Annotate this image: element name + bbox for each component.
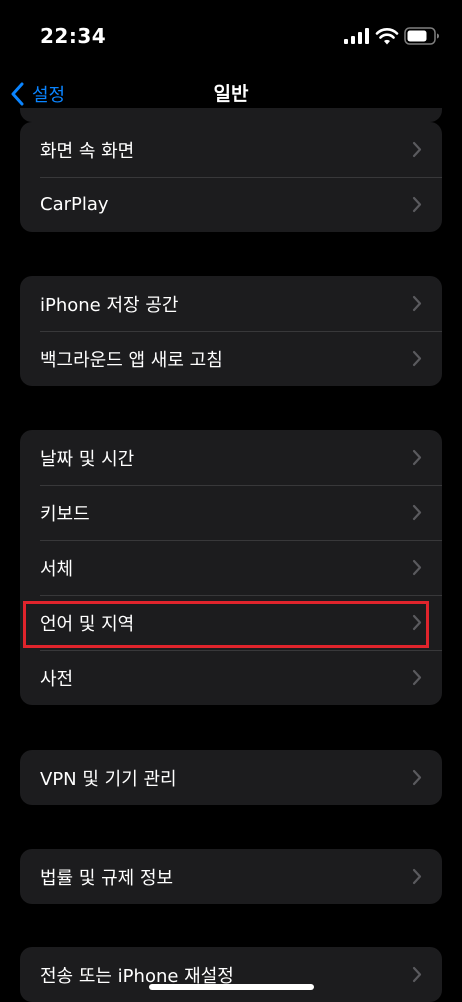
cellular-signal-icon (344, 28, 369, 44)
chevron-right-icon (412, 295, 422, 312)
status-bar: 22:34 (0, 0, 462, 70)
chevron-right-icon (412, 449, 422, 466)
settings-row-vpn-device-management[interactable]: VPN 및 기기 관리 (20, 750, 442, 805)
chevron-right-icon (412, 141, 422, 158)
settings-row-fonts[interactable]: 서체 (20, 540, 442, 595)
previous-group-edge (20, 108, 442, 122)
settings-group-2: iPhone 저장 공간 백그라운드 앱 새로 고침 (20, 276, 442, 386)
row-label: iPhone 저장 공간 (40, 294, 179, 316)
status-time: 22:34 (40, 24, 107, 48)
row-label: 사전 (40, 668, 74, 690)
chevron-right-icon (412, 669, 422, 686)
chevron-right-icon (412, 504, 422, 521)
row-label: 서체 (40, 558, 74, 580)
settings-group-6: 전송 또는 iPhone 재설정 (20, 947, 442, 1002)
chevron-right-icon (412, 196, 422, 213)
settings-row-date-time[interactable]: 날짜 및 시간 (20, 430, 442, 485)
settings-row-keyboard[interactable]: 키보드 (20, 485, 442, 540)
settings-row-carplay[interactable]: CarPlay (20, 177, 442, 232)
home-indicator[interactable] (149, 984, 314, 990)
row-label: 법률 및 규제 정보 (40, 867, 174, 889)
chevron-right-icon (412, 966, 422, 983)
settings-group-3: 날짜 및 시간 키보드 서체 언어 및 지역 사전 (20, 430, 442, 705)
settings-row-picture-in-picture[interactable]: 화면 속 화면 (20, 122, 442, 177)
settings-group-1: 화면 속 화면 CarPlay (20, 122, 442, 232)
settings-row-legal-regulatory[interactable]: 법률 및 규제 정보 (20, 849, 442, 904)
settings-row-dictionary[interactable]: 사전 (20, 650, 442, 705)
row-label: 날짜 및 시간 (40, 448, 135, 470)
settings-row-language-region[interactable]: 언어 및 지역 (20, 595, 442, 650)
wifi-icon (375, 28, 399, 45)
chevron-right-icon (412, 769, 422, 786)
page-title: 일반 (213, 83, 249, 105)
chevron-right-icon (412, 559, 422, 576)
settings-group-4: VPN 및 기기 관리 (20, 750, 442, 805)
chevron-right-icon (412, 614, 422, 631)
battery-icon (404, 27, 439, 45)
row-label: 키보드 (40, 503, 90, 525)
settings-row-transfer-reset[interactable]: 전송 또는 iPhone 재설정 (20, 947, 442, 1002)
row-label: CarPlay (40, 194, 109, 215)
row-label: 화면 속 화면 (40, 140, 135, 162)
settings-group-5: 법률 및 규제 정보 (20, 849, 442, 904)
chevron-right-icon (412, 350, 422, 367)
row-label: 백그라운드 앱 새로 고침 (40, 349, 223, 371)
settings-row-iphone-storage[interactable]: iPhone 저장 공간 (20, 276, 442, 331)
row-label: VPN 및 기기 관리 (40, 768, 177, 790)
row-label: 언어 및 지역 (40, 613, 135, 635)
settings-row-background-app-refresh[interactable]: 백그라운드 앱 새로 고침 (20, 331, 442, 386)
chevron-right-icon (412, 868, 422, 885)
